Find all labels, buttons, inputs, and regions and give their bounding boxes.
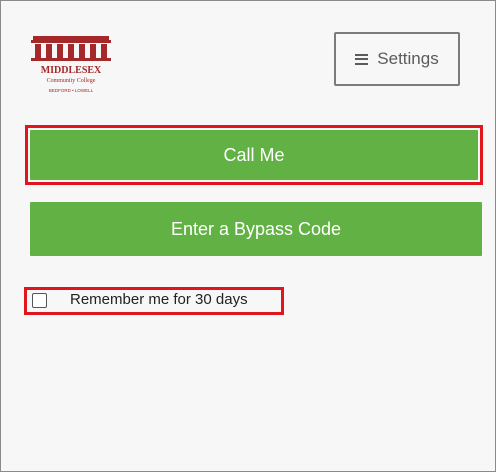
logo-campuses: BEDFORD • LOWELL <box>49 88 94 93</box>
call-me-button[interactable]: Call Me <box>30 130 478 180</box>
remember-me-label[interactable]: Remember me for 30 days <box>70 291 248 309</box>
logo-name: MIDDLESEX <box>41 65 102 76</box>
logo-subtitle: Community College <box>47 78 96 84</box>
hamburger-menu-icon <box>355 51 369 67</box>
duo-prompt-frame: MIDDLESEX Community College BEDFORD • LO… <box>0 0 496 472</box>
college-logo: MIDDLESEX Community College BEDFORD • LO… <box>31 31 111 99</box>
settings-label: Settings <box>377 49 439 68</box>
college-logo-icon: MIDDLESEX Community College BEDFORD • LO… <box>31 36 111 93</box>
remember-me-checkbox[interactable] <box>32 293 47 308</box>
settings-button[interactable]: Settings <box>334 32 460 86</box>
bypass-code-button[interactable]: Enter a Bypass Code <box>30 202 482 256</box>
